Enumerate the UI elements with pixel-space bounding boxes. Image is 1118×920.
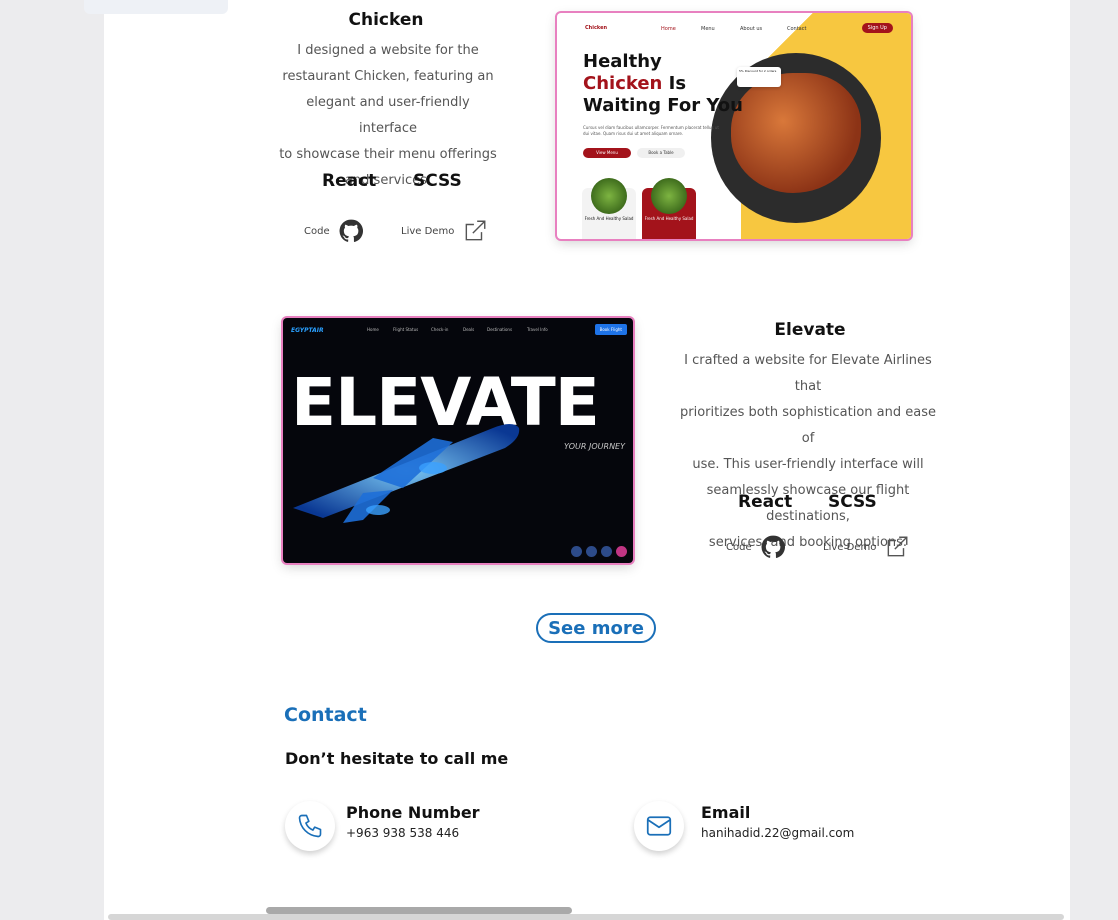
email-label: Email <box>701 803 751 822</box>
github-icon <box>761 535 785 558</box>
salad-card: Fresh And Healthy Salad <box>582 178 636 239</box>
elevate-tagline: YOUR JOURNEY <box>564 442 625 451</box>
contact-subheading: Don’t hesitate to call me <box>285 749 509 768</box>
email-value[interactable]: hanihadid.22@gmail.com <box>701 826 854 840</box>
tech-react: React <box>738 492 793 512</box>
see-more-button[interactable]: See more <box>536 613 656 643</box>
horizontal-scrollbar[interactable] <box>266 907 572 914</box>
tech-scss: SCSS <box>413 171 462 191</box>
instagram-icon <box>616 546 627 557</box>
discount-badge: 5% Discount for 2 orders <box>737 67 781 87</box>
phone-icon <box>298 814 322 838</box>
project-title: Elevate <box>774 320 846 340</box>
sidebar-item[interactable] <box>84 0 228 14</box>
code-link[interactable]: Code <box>304 218 364 244</box>
live-demo-link[interactable]: Live Demo <box>823 534 910 560</box>
preview-navbar: Chicken Home Menu About us Contact Sign … <box>557 23 911 37</box>
tech-react: React <box>322 171 377 191</box>
book-table-button: Book a Table <box>637 148 685 158</box>
social-icons <box>571 546 627 557</box>
external-link-icon <box>887 536 908 557</box>
salad-card: Fresh And Healthy Salad <box>642 178 696 239</box>
phone-value[interactable]: +963 938 538 446 <box>346 826 459 840</box>
email-icon-button[interactable] <box>634 801 684 851</box>
phone-icon-button[interactable] <box>285 801 335 851</box>
preview-headline: Healthy Chicken Is Waiting For You <box>583 51 743 116</box>
page-bottom-edge <box>108 914 1064 920</box>
elevate-preview-image: EGYPTAIR Home Flight Status Check-in Dea… <box>283 318 633 563</box>
phone-label: Phone Number <box>346 803 480 822</box>
chicken-preview-image: Chicken Home Menu About us Contact Sign … <box>557 13 911 239</box>
preview-body-text: Cursus vel diam faucibus ullamcorper. Fe… <box>583 125 720 136</box>
live-demo-link[interactable]: Live Demo <box>401 218 488 244</box>
code-link[interactable]: Code <box>726 534 786 560</box>
facebook-icon <box>571 546 582 557</box>
project-title: Chicken <box>348 10 424 30</box>
github-icon <box>339 219 363 242</box>
preview-navbar: EGYPTAIR Home Flight Status Check-in Dea… <box>283 322 633 336</box>
airplane-image <box>293 424 520 523</box>
external-link-icon <box>465 220 486 241</box>
project-description: I designed a website for the restaurant … <box>279 43 497 188</box>
linkedin-icon <box>601 546 612 557</box>
project-description: I crafted a website for Elevate Airlines… <box>679 353 936 550</box>
mail-icon <box>646 816 672 836</box>
tech-scss: SCSS <box>828 492 877 512</box>
contact-heading: Contact <box>284 704 367 726</box>
view-menu-button: View Menu <box>583 148 631 158</box>
twitter-icon <box>586 546 597 557</box>
